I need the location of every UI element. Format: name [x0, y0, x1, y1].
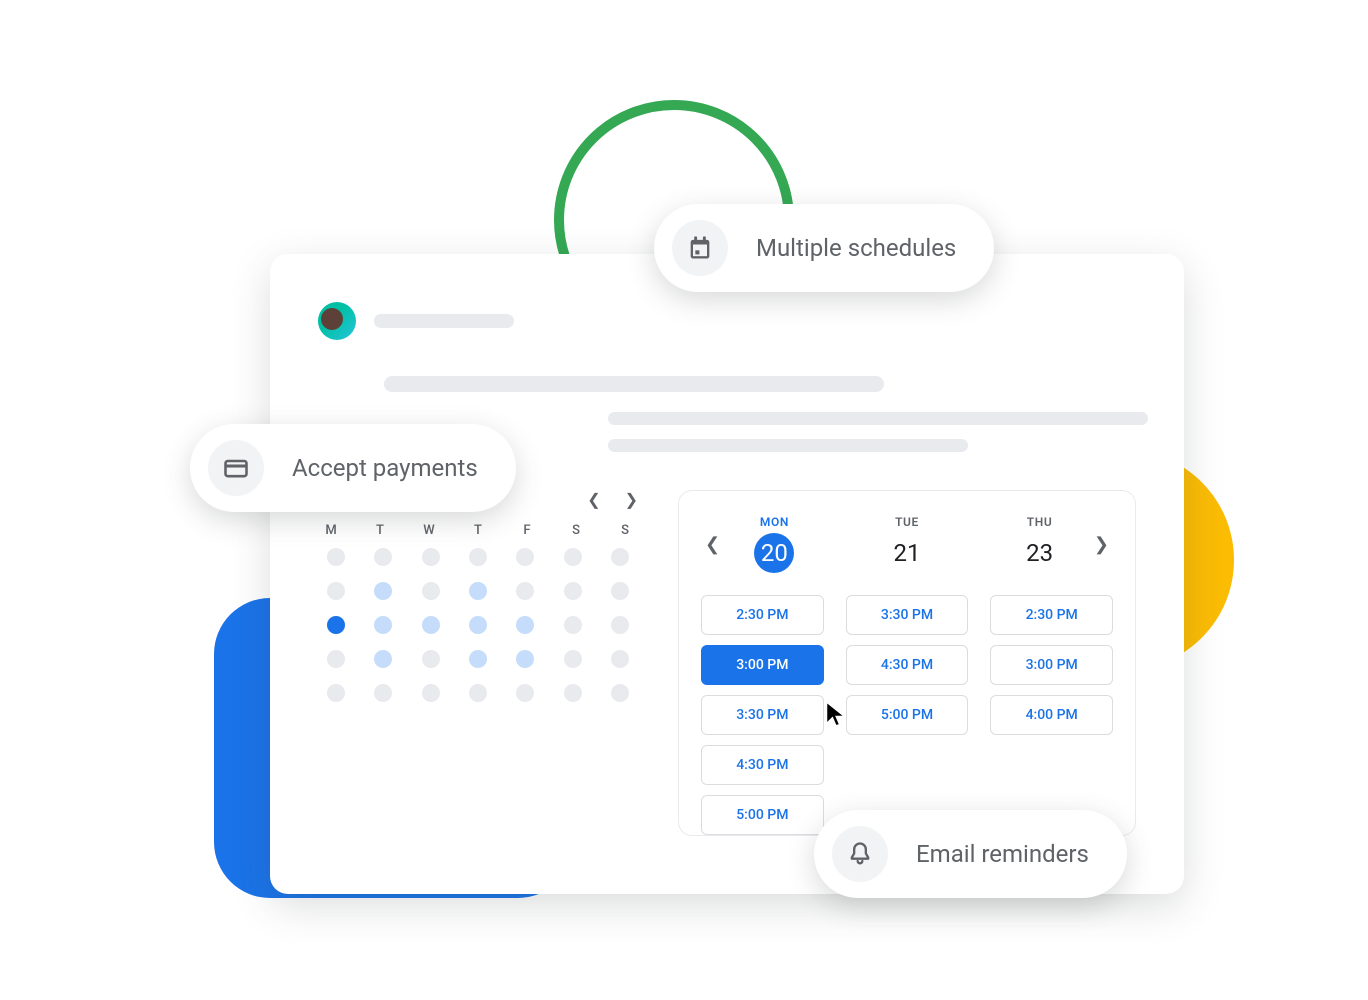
calendar-day-dot[interactable] — [469, 650, 487, 668]
chevron-right-icon[interactable]: ❯ — [1090, 534, 1113, 555]
time-slot[interactable]: 3:00 PM — [990, 645, 1113, 685]
feature-multiple-schedules: Multiple schedules — [654, 204, 994, 292]
time-slot[interactable]: 3:30 PM — [701, 695, 824, 735]
weekday-label: T — [469, 523, 487, 538]
calendar-day-dot — [422, 548, 440, 566]
calendar-day-dot — [516, 582, 534, 600]
feature-accept-payments: Accept payments — [190, 424, 516, 512]
time-slot[interactable]: 3:30 PM — [846, 595, 969, 635]
day-number: 20 — [754, 533, 794, 573]
avatar — [318, 302, 356, 340]
calendar-day-dot — [611, 548, 629, 566]
time-slot[interactable]: 4:30 PM — [846, 645, 969, 685]
feature-label: Email reminders — [916, 840, 1089, 868]
calendar-day-dot — [422, 582, 440, 600]
calendar-day-dot[interactable] — [374, 582, 392, 600]
day-column-mon[interactable]: MON 20 — [754, 515, 794, 573]
bell-icon — [832, 826, 888, 882]
calendar-day-dot — [611, 684, 629, 702]
calendar-day-dot — [327, 582, 345, 600]
weekday-row: MTWTFSS — [318, 523, 638, 538]
day-column-thu[interactable]: THU 23 — [1020, 515, 1060, 573]
time-slot[interactable]: 2:30 PM — [701, 595, 824, 635]
time-slot[interactable]: 5:00 PM — [846, 695, 969, 735]
calendar-day-dot — [469, 684, 487, 702]
calendar-day-dot — [327, 548, 345, 566]
calendar-icon — [672, 220, 728, 276]
calendar-day-dot[interactable] — [516, 650, 534, 668]
calendar-dot-grid — [318, 548, 638, 702]
calendar-day-dot — [611, 650, 629, 668]
calendar-day-dot — [564, 650, 582, 668]
weekday-label: M — [322, 523, 340, 538]
time-slot[interactable]: 3:00 PM — [701, 645, 824, 685]
time-slot[interactable]: 5:00 PM — [701, 795, 824, 835]
slot-column: 3:30 PM 4:30 PM 5:00 PM — [846, 595, 969, 835]
chevron-left-icon[interactable]: ❮ — [587, 490, 600, 509]
calendar-day-dot — [516, 684, 534, 702]
calendar-day-dot — [374, 684, 392, 702]
calendar-day-dot[interactable] — [469, 616, 487, 634]
credit-card-icon — [208, 440, 264, 496]
calendar-day-dot — [611, 616, 629, 634]
calendar-day-dot[interactable] — [516, 616, 534, 634]
day-column-tue[interactable]: TUE 21 — [887, 515, 927, 573]
chevron-left-icon[interactable]: ❮ — [701, 534, 724, 555]
weekday-label: W — [420, 523, 438, 538]
day-weekday: TUE — [895, 515, 919, 529]
time-slots-panel: ❮ MON 20 TUE 21 THU 23 — [678, 490, 1136, 836]
calendar-day-dot — [374, 548, 392, 566]
time-slot[interactable]: 4:30 PM — [701, 745, 824, 785]
calendar-day-dot — [564, 582, 582, 600]
time-slot[interactable]: 2:30 PM — [990, 595, 1113, 635]
day-weekday: MON — [760, 515, 789, 529]
skeleton-line — [608, 412, 1148, 425]
calendar-day-dot — [327, 650, 345, 668]
weekday-label: S — [616, 523, 634, 538]
day-number: 23 — [1020, 533, 1060, 573]
cursor-icon — [822, 700, 850, 728]
skeleton-description — [608, 412, 1136, 452]
feature-label: Multiple schedules — [756, 234, 956, 262]
calendar-day-dot — [422, 650, 440, 668]
mini-calendar: ❮ ❯ M T W T F S S — [318, 490, 638, 836]
skeleton-name — [374, 314, 514, 328]
day-weekday: THU — [1027, 515, 1053, 529]
weekday-label: T — [371, 523, 389, 538]
calendar-day-dot[interactable] — [469, 582, 487, 600]
calendar-day-dot — [564, 616, 582, 634]
slot-column: 2:30 PM 3:00 PM 3:30 PM 4:30 PM 5:00 PM — [701, 595, 824, 835]
booking-card: ❮ ❯ M T W T F S S ❮ MON 20 — [270, 254, 1184, 894]
slot-column: 2:30 PM 3:00 PM 4:00 PM — [990, 595, 1113, 835]
time-slot[interactable]: 4:00 PM — [990, 695, 1113, 735]
calendar-day-dot — [469, 548, 487, 566]
calendar-day-dot[interactable] — [374, 650, 392, 668]
calendar-day-dot — [516, 548, 534, 566]
calendar-day-dot[interactable] — [374, 616, 392, 634]
weekday-label: F — [518, 523, 536, 538]
chevron-right-icon[interactable]: ❯ — [625, 490, 638, 509]
feature-label: Accept payments — [292, 454, 478, 482]
card-header — [318, 302, 1136, 340]
calendar-day-dot — [422, 684, 440, 702]
calendar-day-dot — [327, 684, 345, 702]
calendar-day-dot[interactable] — [422, 616, 440, 634]
day-number: 21 — [887, 533, 927, 573]
skeleton-title — [384, 376, 884, 392]
skeleton-line — [608, 439, 968, 452]
feature-email-reminders: Email reminders — [814, 810, 1127, 898]
calendar-day-dot — [611, 582, 629, 600]
calendar-day-dot — [564, 548, 582, 566]
calendar-day-dot — [564, 684, 582, 702]
weekday-label: S — [567, 523, 585, 538]
calendar-day-dot[interactable] — [327, 616, 345, 634]
